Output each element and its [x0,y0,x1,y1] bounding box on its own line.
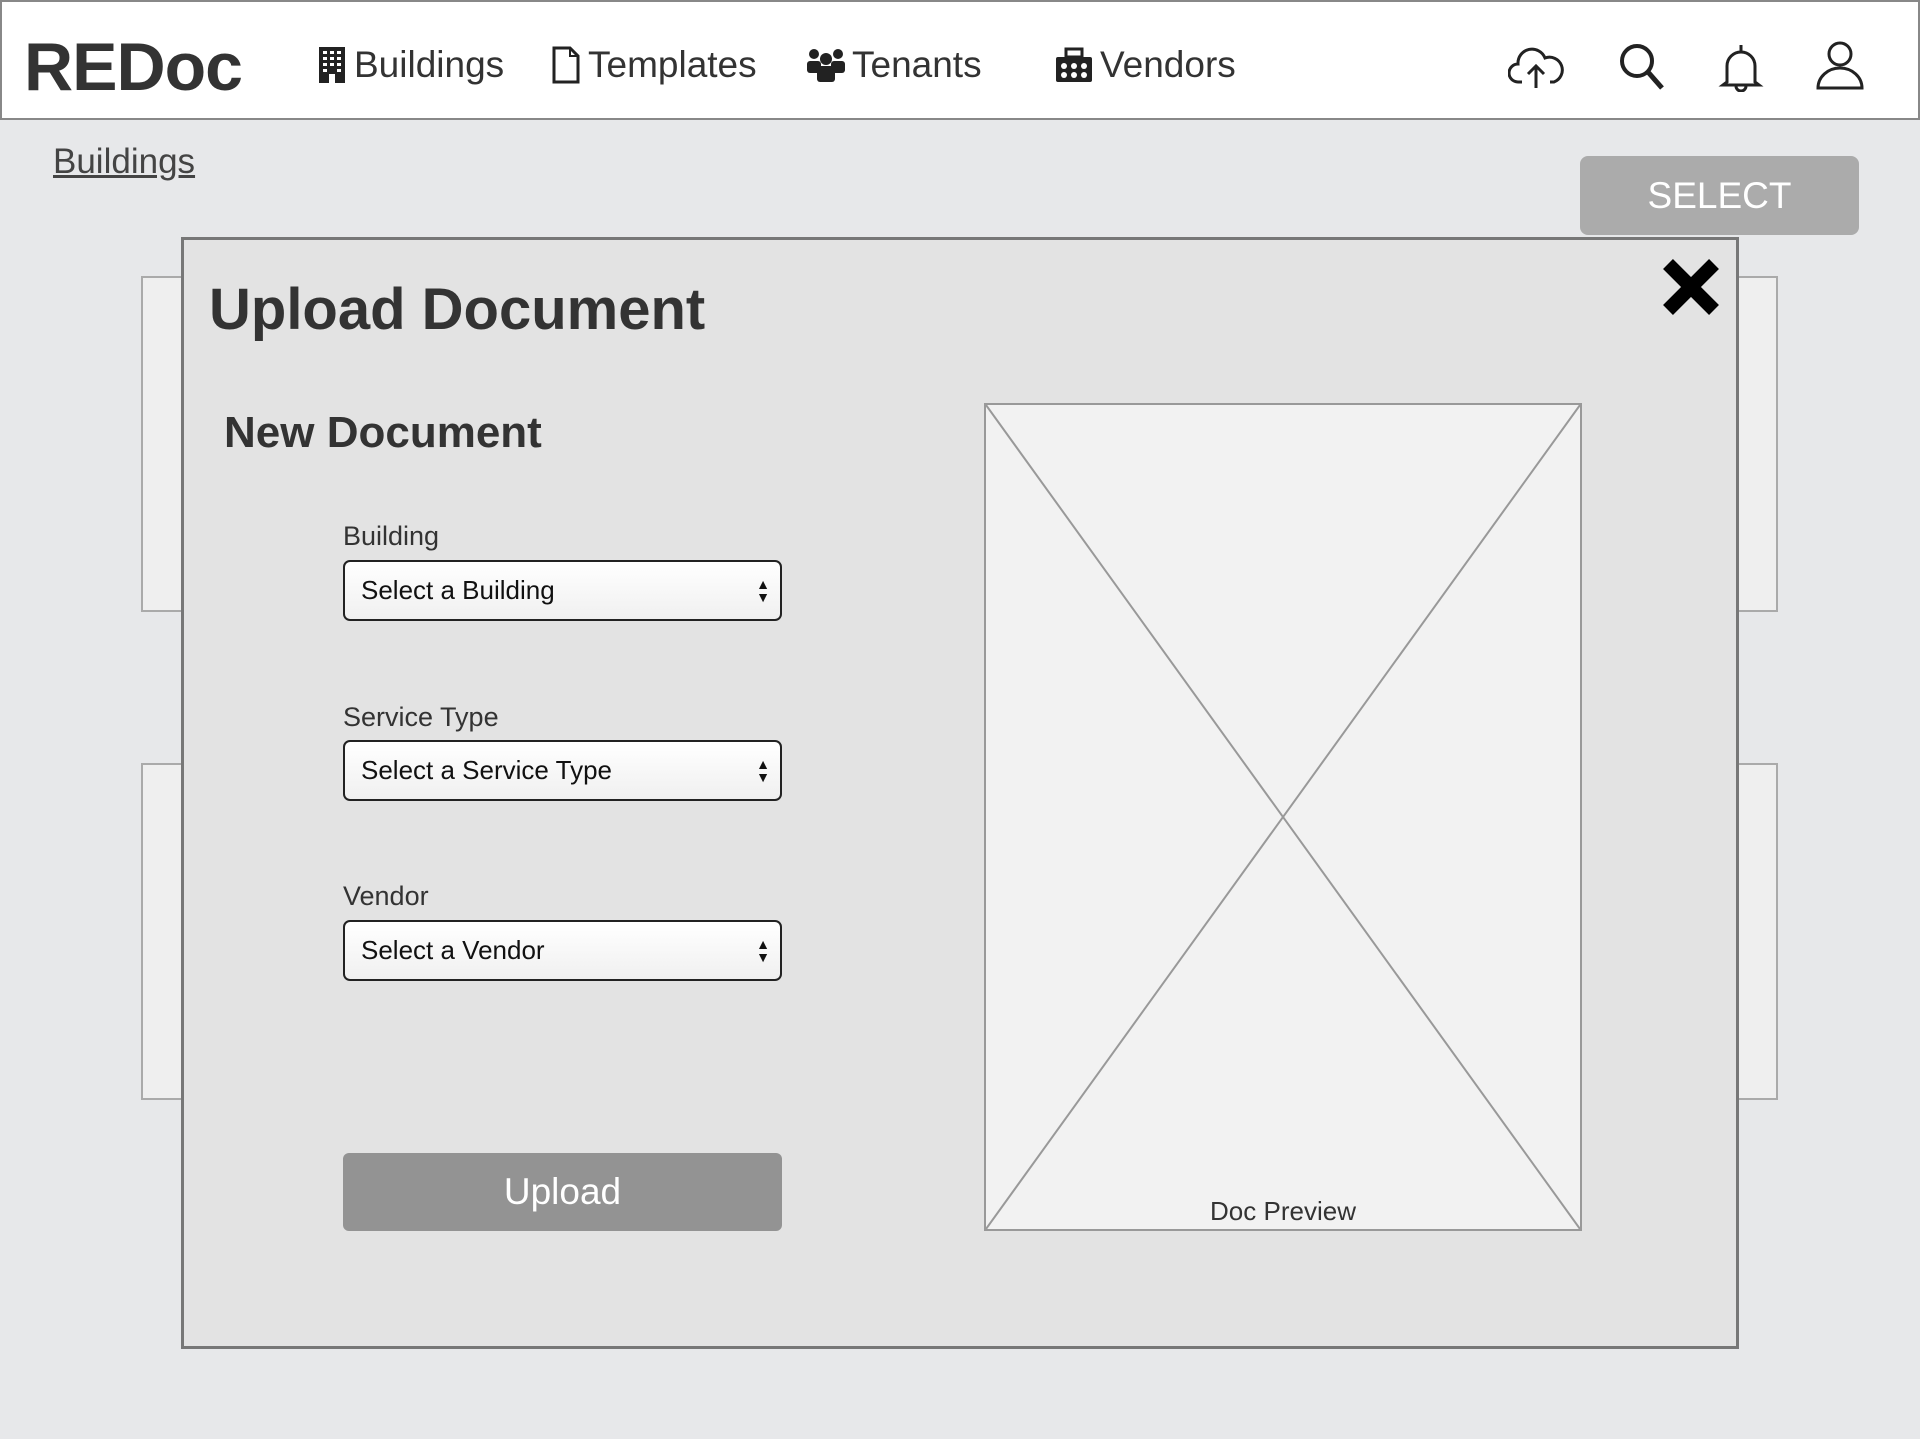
people-icon [807,49,845,82]
service-type-select[interactable]: Select a Service Type ▲ ▼ [343,740,782,801]
nav-templates[interactable]: Templates [550,44,757,86]
service-type-label: Service Type [343,702,499,732]
service-type-select-value: Select a Service Type [361,755,612,785]
close-icon[interactable] [1660,256,1722,318]
nav-buildings[interactable]: Buildings [316,44,504,86]
app-logo[interactable]: REDoc [24,28,243,106]
section-title: New Document [224,408,542,457]
select-arrows-icon: ▲ ▼ [756,936,770,965]
building-select[interactable]: Select a Building ▲ ▼ [343,560,782,621]
top-nav-bar: REDoc Buildings Templates Tenants Vendor… [0,0,1920,120]
building-icon [319,47,345,83]
placeholder-image-icon [986,405,1580,1229]
vendor-label: Vendor [343,881,429,911]
preview-caption: Doc Preview [1210,1196,1356,1226]
vendor-select[interactable]: Select a Vendor ▲ ▼ [343,920,782,981]
vendor-select-value: Select a Vendor [361,935,545,965]
search-icon[interactable] [1614,40,1670,92]
nav-label: Templates [588,44,757,85]
document-icon [552,46,580,84]
toolbox-icon [1056,47,1092,82]
nav-label: Tenants [852,44,982,85]
building-label: Building [343,521,440,551]
select-arrows-icon: ▲ ▼ [756,756,770,785]
user-icon[interactable] [1812,40,1868,92]
select-arrows-icon: ▲ ▼ [756,576,770,605]
breadcrumb-buildings[interactable]: Buildings [53,142,195,182]
doc-preview: Doc Preview [984,403,1582,1231]
upload-button[interactable]: Upload [343,1153,782,1231]
building-select-value: Select a Building [361,575,555,605]
select-button[interactable]: SELECT [1580,156,1859,235]
bell-icon[interactable] [1713,40,1769,92]
nav-vendors[interactable]: Vendors [1054,44,1236,86]
nav-label: Vendors [1100,44,1236,85]
upload-document-modal: Upload Document New Document Building Se… [181,237,1739,1349]
nav-tenants[interactable]: Tenants [806,44,982,86]
nav-label: Buildings [354,44,505,85]
cloud-upload-icon[interactable] [1508,40,1564,92]
modal-title: Upload Document [209,277,706,342]
